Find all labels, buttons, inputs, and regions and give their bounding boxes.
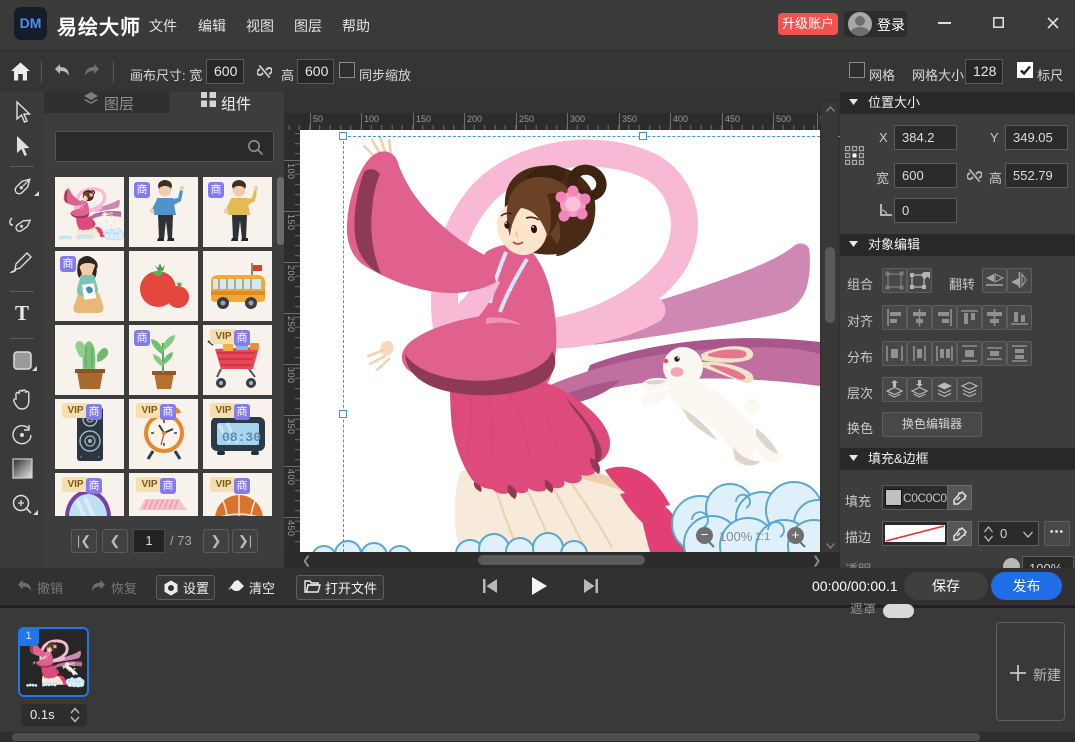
svg-text:08:30: 08:30 bbox=[222, 430, 261, 445]
